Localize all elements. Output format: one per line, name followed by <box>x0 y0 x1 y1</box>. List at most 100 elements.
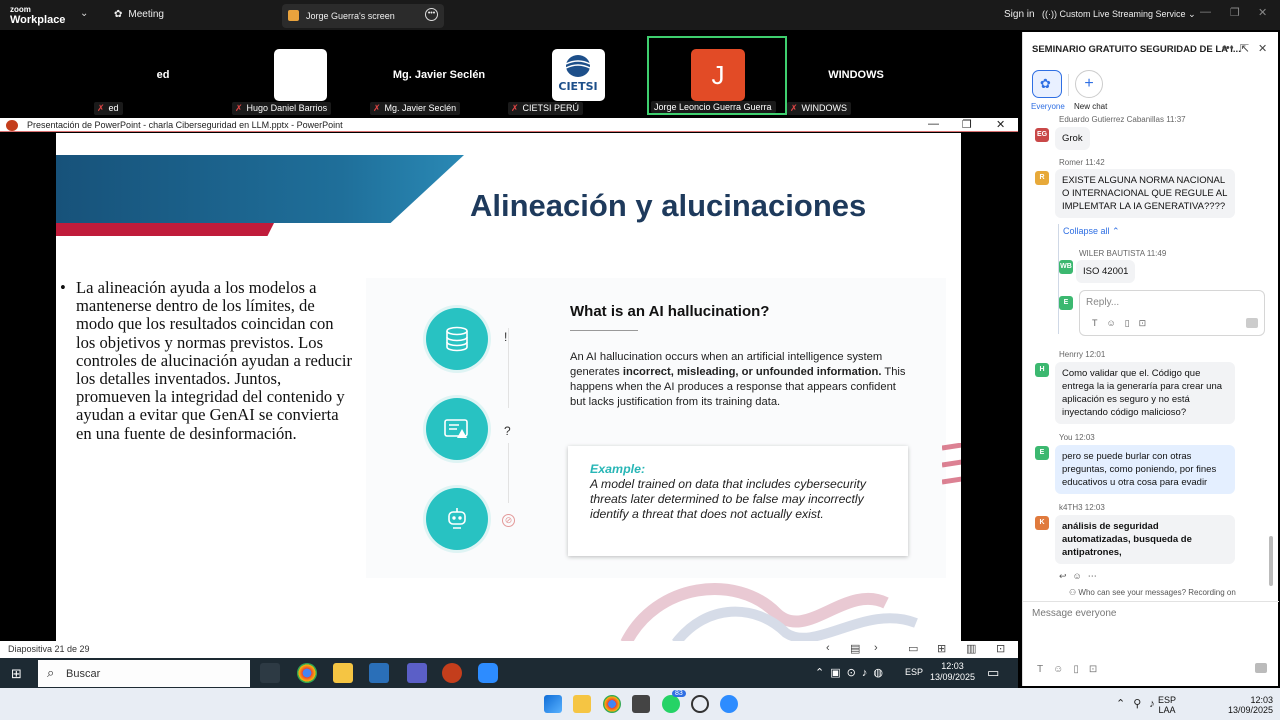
streaming-label: Custom Live Streaming Service <box>1059 9 1186 19</box>
message-text[interactable]: ISO 42001 <box>1076 260 1136 283</box>
zoom-taskbar-icon[interactable] <box>478 663 498 683</box>
collapse-all-link[interactable]: Collapse all ⌃ <box>1063 226 1120 237</box>
participant-tile[interactable]: ✗ Hugo Daniel Barrios <box>232 36 370 115</box>
participant-tile[interactable]: WINDOWS ✗ WINDOWS <box>787 36 925 115</box>
streaming-button[interactable]: ((·)) Custom Live Streaming Service ⌄ <box>1042 9 1196 20</box>
participant-tile[interactable]: ed ✗ ed <box>94 36 232 115</box>
message-text[interactable]: Como validar que el. Código que entrega … <box>1055 362 1235 424</box>
participant-gallery: ed ✗ ed ✗ Hugo Daniel Barrios Mg. Javier S… <box>0 30 1022 118</box>
participant-name: WINDOWS <box>828 69 884 81</box>
meeting-button[interactable]: ✿ Meeting <box>114 9 164 20</box>
share-screen-tab[interactable]: Jorge Guerra's screen ••• <box>282 4 444 28</box>
format-tools-icons[interactable]: T☺▯⊡ <box>1092 318 1155 329</box>
slide-menu-icon[interactable]: ▤ <box>850 642 860 655</box>
chevron-up-icon: ⌃ <box>1112 226 1120 236</box>
privacy-note[interactable]: ⚇ Who can see your messages? Recording o… <box>1069 588 1236 597</box>
avatar: J <box>691 49 745 101</box>
message-time: 12:03 <box>1084 503 1105 512</box>
message-text[interactable]: análisis de seguridad automatizadas, bus… <box>1055 515 1235 564</box>
participant-name: ed <box>156 69 170 81</box>
message-meta: You 12:03 <box>1059 433 1095 442</box>
notification-icon[interactable]: ▭ <box>987 665 999 681</box>
minimize-icon[interactable]: — <box>1200 6 1211 18</box>
minimize-icon[interactable]: — <box>928 118 939 130</box>
message-actions-icons[interactable]: ↩☺⋯ <box>1059 571 1103 582</box>
search-box[interactable]: ⌕ Buscar <box>38 660 250 687</box>
slideshow-icon[interactable]: ⊡ <box>996 642 1005 655</box>
app-icon[interactable] <box>369 663 389 683</box>
clock[interactable]: 12:03 13/09/2025 <box>1228 695 1273 715</box>
participants-icon: ✿ <box>114 9 123 20</box>
message-meta: Eduardo Gutierrez Cabanillas 11:37 <box>1059 115 1186 124</box>
app-icon[interactable] <box>632 695 650 713</box>
chevron-down-icon: ⌄ <box>1188 9 1196 19</box>
chrome-icon[interactable] <box>603 695 621 713</box>
message-text[interactable]: Grok <box>1055 127 1090 150</box>
close-icon[interactable]: ✕ <box>1258 6 1267 19</box>
previous-slide-icon[interactable]: ‹ <box>826 642 830 654</box>
warning-document-icon <box>426 398 488 460</box>
chevron-down-icon[interactable]: ⌄ <box>80 8 88 19</box>
app-icon[interactable] <box>691 695 709 713</box>
chat-scrollbar[interactable] <box>1269 536 1273 586</box>
participant-caption: ✗ Hugo Daniel Barrios <box>232 102 332 115</box>
avatar: K <box>1035 516 1049 530</box>
tab-everyone-label: Everyone <box>1031 102 1065 111</box>
format-tools-icons[interactable]: T☺▯⊡ <box>1037 664 1107 675</box>
restore-icon[interactable]: ❐ <box>1230 6 1240 19</box>
exclamation-mark: ! <box>504 330 508 344</box>
participant-tile-active[interactable]: J Jorge Leoncio Guerra Guerra <box>647 36 787 115</box>
windows-start-icon[interactable] <box>544 695 562 713</box>
clock-date: 13/09/2025 <box>1228 705 1274 715</box>
participant-caption: ✗ WINDOWS <box>787 102 852 115</box>
zoom-taskbar-icon[interactable] <box>720 695 738 713</box>
tab-everyone[interactable]: ✿ <box>1032 70 1062 98</box>
restore-icon[interactable]: ❐ <box>962 118 972 131</box>
message-input[interactable]: Message everyone <box>1032 608 1117 619</box>
participant-tile[interactable]: CIETSI ✗ CIETSI PERÚ <box>508 36 646 115</box>
slide-counter: Diapositiva 21 de 29 <box>8 644 90 654</box>
chrome-icon[interactable] <box>297 663 317 683</box>
language-indicator[interactable]: ESP LAA <box>1158 695 1176 715</box>
clock[interactable]: 12:03 13/09/2025 <box>930 661 975 683</box>
system-tray-icons[interactable]: ⌃▣⊙♪◍ <box>815 666 889 679</box>
message-time: 11:42 <box>1085 158 1105 167</box>
normal-view-icon[interactable]: ▭ <box>908 642 918 655</box>
task-view-icon[interactable] <box>260 663 280 683</box>
more-icon[interactable]: ••• <box>1222 42 1234 54</box>
reading-view-icon[interactable]: ▥ <box>966 642 976 655</box>
divider-line <box>508 443 509 503</box>
more-options-icon[interactable]: ••• <box>425 8 438 21</box>
powerpoint-taskbar-icon[interactable] <box>442 663 462 683</box>
send-icon[interactable] <box>1246 318 1258 328</box>
slide-sorter-icon[interactable]: ⊞ <box>937 642 946 655</box>
file-explorer-icon[interactable] <box>573 695 591 713</box>
decorative-stripes <box>941 442 961 498</box>
file-explorer-icon[interactable] <box>333 663 353 683</box>
participant-caption: ✗ CIETSI PERÚ <box>508 102 584 115</box>
participant-caption: ✗ ed <box>94 102 123 115</box>
close-icon[interactable]: ✕ <box>1258 42 1267 55</box>
send-icon[interactable] <box>1255 663 1267 673</box>
message-text[interactable]: EXISTE ALGUNA NORMA NACIONAL O INTERNACI… <box>1055 169 1235 218</box>
message-time: 11:49 <box>1146 249 1167 258</box>
next-slide-icon[interactable]: › <box>874 642 878 654</box>
message-text[interactable]: pero se puede burlar con otras preguntas… <box>1055 445 1235 494</box>
popout-icon[interactable]: ⇱ <box>1240 42 1249 55</box>
language-indicator[interactable]: ESP <box>905 667 923 677</box>
close-icon[interactable]: ✕ <box>996 118 1005 131</box>
people-icon: ⚇ <box>1069 588 1079 597</box>
whatsapp-icon[interactable]: 83 <box>662 690 686 713</box>
reply-input[interactable]: Reply... T☺▯⊡ <box>1079 290 1265 336</box>
system-tray-icons[interactable]: ⌃⚲♪ <box>1116 697 1163 710</box>
chat-header: SEMINARIO GRATUITO SEGURIDAD DE LA I... … <box>1023 32 1279 68</box>
share-tab-label: Jorge Guerra's screen <box>306 11 395 21</box>
participant-tile[interactable]: Mg. Javier Seclén ✗ Mg. Javier Seclén <box>370 36 508 115</box>
windows-start-icon[interactable]: ⊞ <box>11 666 22 682</box>
avatar <box>274 49 327 101</box>
new-chat-button[interactable]: + <box>1075 70 1103 98</box>
prohibited-icon: ⊘ <box>502 514 515 527</box>
teams-icon[interactable] <box>407 663 427 683</box>
sign-in-link[interactable]: Sign in <box>1004 9 1035 20</box>
message-author: WILER BAUTISTA <box>1079 249 1145 258</box>
